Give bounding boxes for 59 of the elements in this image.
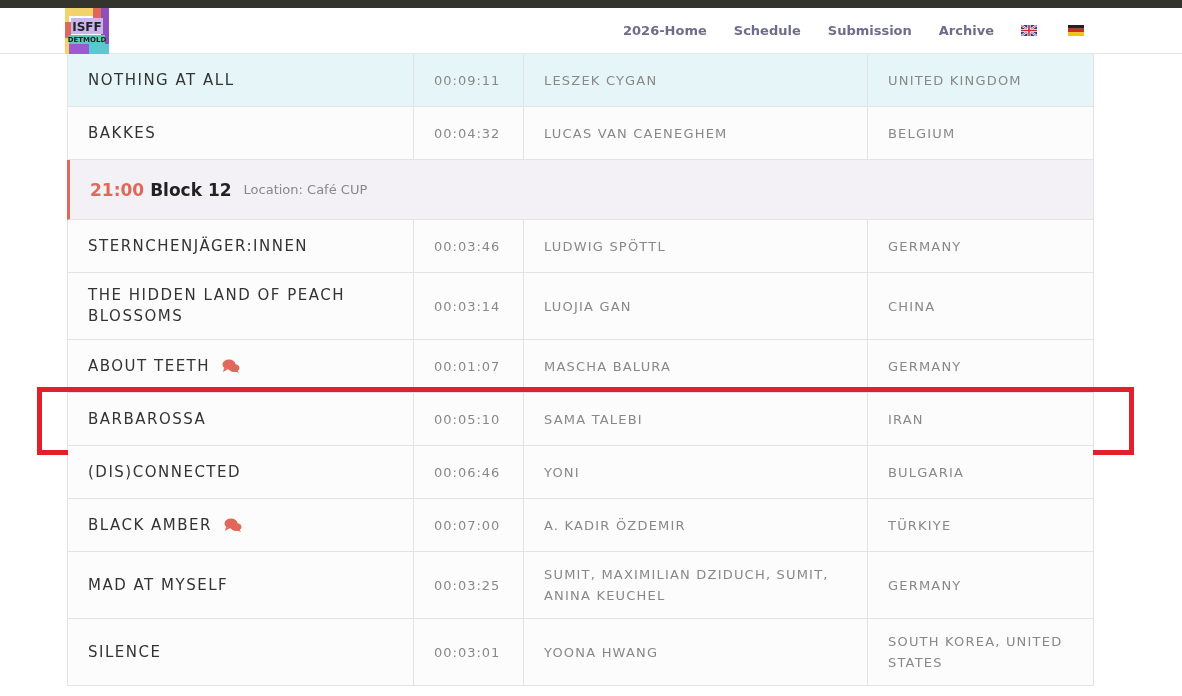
- country: TÜRKIYE: [888, 516, 952, 535]
- film-row[interactable]: SILENCE 00:03:01 YOONA HWANG SOUTH KOREA, UNITED STATES: [68, 619, 1093, 686]
- duration: 00:05:10: [434, 411, 501, 427]
- nav-link[interactable]: Archive: [938, 23, 994, 38]
- director-name: LESZEK CYGAN: [544, 71, 658, 90]
- duration: 00:03:25: [434, 577, 501, 593]
- film-row[interactable]: BARBAROSSA 00:05:10 SAMA TALEBI IRAN: [68, 393, 1093, 446]
- duration: 00:04:32: [434, 125, 501, 141]
- block-location: Location: Café CUP: [243, 182, 368, 197]
- film-title: ABOUT TEETH: [88, 355, 211, 377]
- country: IRAN: [888, 410, 924, 429]
- country: GERMANY: [888, 357, 962, 376]
- film-title: NOTHING AT ALL: [88, 69, 235, 91]
- director-name: LUOJIA GAN: [544, 297, 632, 316]
- director-name: A. KADIR ÖZDEMIR: [544, 516, 686, 535]
- film-row[interactable]: ABOUT TEETH 00:01:07 MASCHA BALURA GERMANY: [68, 340, 1093, 393]
- film-title: SILENCE: [88, 641, 162, 663]
- director-name: YONI: [544, 463, 580, 482]
- film-row[interactable]: BLACK AMBER 00:07:00 A. KADIR ÖZDEMIR TÜRKIYE: [68, 499, 1093, 552]
- film-title: MAD AT MYSELF: [88, 574, 229, 596]
- nav-link[interactable]: Submission: [827, 23, 912, 38]
- block-time: 21:00: [90, 179, 145, 200]
- duration: 00:03:01: [434, 644, 501, 660]
- country: UNITED KINGDOM: [888, 71, 1022, 90]
- country: BULGARIA: [888, 463, 964, 482]
- german-flag-icon[interactable]: [1068, 25, 1084, 36]
- director-name: LUCAS VAN CAENEGHEM: [544, 124, 728, 143]
- nav-link[interactable]: Schedule: [733, 23, 801, 38]
- film-title: THE HIDDEN LAND OF PEACH BLOSSOMS: [88, 285, 346, 327]
- director-name: YOONA HWANG: [544, 643, 659, 662]
- duration: 00:03:46: [434, 238, 501, 254]
- film-title: BARBAROSSA: [88, 408, 207, 430]
- film-title: BLACK AMBER: [88, 514, 212, 536]
- film-row[interactable]: (DIS)CONNECTED 00:06:46 YONI BULGARIA: [68, 446, 1093, 499]
- nav-link[interactable]: 2026-Home: [623, 23, 707, 38]
- duration: 00:06:46: [434, 464, 501, 480]
- director-name: MASCHA BALURA: [544, 357, 672, 376]
- duration: 00:03:14: [434, 298, 501, 314]
- director-name: LUDWIG SPÖTTL: [544, 237, 666, 256]
- country: BELGIUM: [888, 124, 956, 143]
- film-title: STERNCHENJÄGER:INNEN: [88, 235, 309, 257]
- duration: 00:09:11: [434, 72, 501, 88]
- country: CHINA: [888, 297, 936, 316]
- country: SOUTH KOREA, UNITED STATES: [888, 633, 1064, 672]
- country: GERMANY: [888, 237, 962, 256]
- director-name: SUMIT, MAXIMILIAN DZIDUCH, SUMIT, ANINA KEUCHEL: [544, 566, 830, 605]
- block-name: Block 12: [150, 179, 232, 200]
- director-name: SAMA TALEBI: [544, 410, 643, 429]
- film-row[interactable]: THE HIDDEN LAND OF PEACH BLOSSOMS 00:03:14 LUOJIA GAN CHINA: [68, 273, 1093, 340]
- film-row[interactable]: NOTHING AT ALL 00:09:11 LESZEK CYGAN UNITED KINGDOM: [68, 54, 1093, 107]
- uk-flag-icon[interactable]: [1021, 25, 1037, 36]
- country: GERMANY: [888, 576, 962, 595]
- film-row[interactable]: STERNCHENJÄGER:INNEN 00:03:46 LUDWIG SPÖTTL GERMANY: [68, 220, 1093, 273]
- duration: 00:07:00: [434, 517, 501, 533]
- film-row[interactable]: MAD AT MYSELF 00:03:25 SUMIT, MAXIMILIAN DZIDUCH, SUMIT, ANINA KEUCHEL GERMANY: [68, 552, 1093, 619]
- duration: 00:01:07: [434, 358, 501, 374]
- film-row[interactable]: BAKKES 00:04:32 LUCAS VAN CAENEGHEM BELGIUM: [68, 107, 1093, 160]
- film-title: (DIS)CONNECTED: [88, 461, 242, 483]
- film-title: BAKKES: [88, 122, 157, 144]
